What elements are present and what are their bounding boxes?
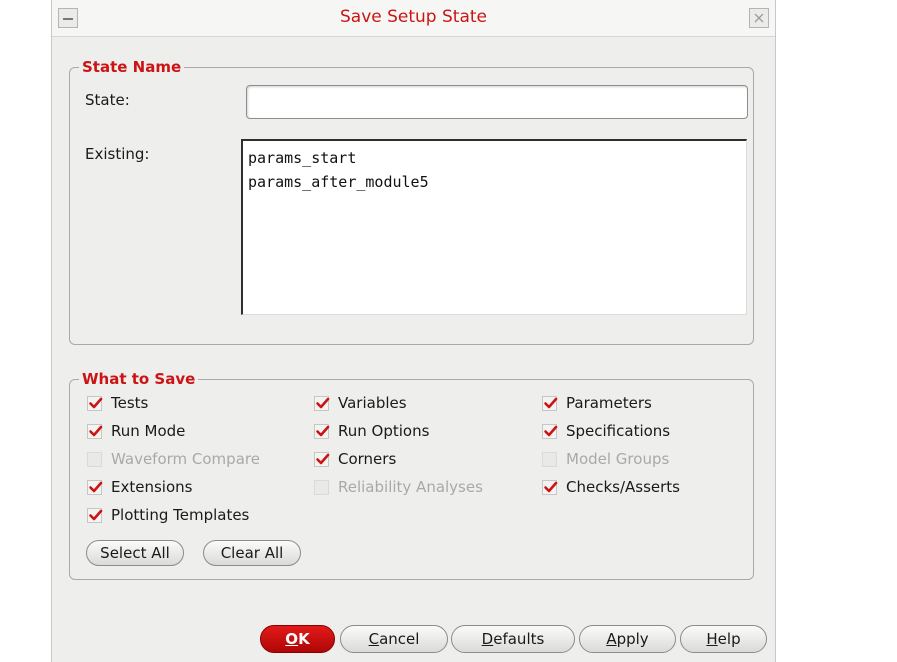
- checkbox-tests[interactable]: Tests: [87, 392, 148, 414]
- what-to-save-legend: What to Save: [82, 370, 196, 388]
- checkmark-icon[interactable]: [87, 479, 103, 495]
- checkmark-icon[interactable]: [542, 423, 558, 439]
- checkmark-icon[interactable]: [87, 507, 103, 523]
- checkbox-variables[interactable]: Variables: [314, 392, 407, 414]
- checkbox-label: Parameters: [566, 394, 652, 412]
- defaults-label-rest: efaults: [493, 630, 545, 648]
- checkbox-box: [314, 479, 329, 495]
- checkmark-icon[interactable]: [87, 423, 103, 439]
- checkbox-model-groups: Model Groups: [542, 448, 669, 470]
- state-name-legend: State Name: [82, 58, 182, 76]
- select-all-button[interactable]: Select All: [86, 540, 184, 566]
- checkbox-reliability-analyses: Reliability Analyses: [314, 476, 483, 498]
- checkbox-box: [542, 451, 557, 467]
- checkmark-icon[interactable]: [314, 423, 330, 439]
- state-input[interactable]: [246, 85, 748, 119]
- cancel-button[interactable]: Cancel: [340, 625, 448, 653]
- checkmark-icon[interactable]: [542, 479, 558, 495]
- checkbox-label: Checks/Asserts: [566, 478, 680, 496]
- existing-states-list[interactable]: params_start params_after_module5: [241, 139, 747, 315]
- help-mnemonic: H: [706, 630, 718, 648]
- help-button[interactable]: Help: [680, 625, 767, 653]
- checkbox-extensions[interactable]: Extensions: [87, 476, 192, 498]
- checkbox-label: Specifications: [566, 422, 671, 440]
- list-item[interactable]: params_after_module5: [248, 170, 741, 194]
- checkmark-icon[interactable]: [314, 451, 330, 467]
- checkbox-label: Corners: [338, 450, 397, 468]
- apply-mnemonic: A: [606, 630, 617, 648]
- ok-label-rest: K: [298, 630, 310, 648]
- checkbox-box: [87, 451, 102, 467]
- defaults-button[interactable]: Defaults: [451, 625, 575, 653]
- checkbox-label: Variables: [338, 394, 407, 412]
- checkbox-run-mode[interactable]: Run Mode: [87, 420, 185, 442]
- checkbox-plotting-templates[interactable]: Plotting Templates: [87, 504, 249, 526]
- cancel-mnemonic: C: [368, 630, 380, 648]
- checkbox-checks-asserts[interactable]: Checks/Asserts: [542, 476, 680, 498]
- checkbox-waveform-compare: Waveform Compare: [87, 448, 260, 470]
- checkmark-icon[interactable]: [542, 395, 558, 411]
- checkbox-label: Tests: [111, 394, 149, 412]
- title-bar: Save Setup State: [52, 0, 775, 37]
- help-label-rest: elp: [717, 630, 741, 648]
- ok-button[interactable]: OK: [260, 625, 335, 653]
- checkbox-label: Run Mode: [111, 422, 186, 440]
- checkbox-run-options[interactable]: Run Options: [314, 420, 429, 442]
- list-item[interactable]: params_start: [248, 146, 741, 170]
- save-setup-state-dialog: Save Setup State State Name State: Exist…: [51, 0, 776, 662]
- checkbox-specifications[interactable]: Specifications: [542, 420, 670, 442]
- checkmark-icon[interactable]: [87, 395, 103, 411]
- dialog-title: Save Setup State: [339, 7, 487, 27]
- checkbox-label: Model Groups: [566, 450, 670, 468]
- cancel-label-rest: ancel: [379, 630, 420, 648]
- apply-label-rest: pply: [616, 630, 649, 648]
- checkbox-label: Extensions: [111, 478, 193, 496]
- existing-label: Existing:: [85, 145, 150, 163]
- defaults-mnemonic: D: [481, 630, 494, 648]
- close-icon[interactable]: [749, 8, 769, 28]
- apply-button[interactable]: Apply: [579, 625, 676, 653]
- checkbox-parameters[interactable]: Parameters: [542, 392, 652, 414]
- clear-all-button[interactable]: Clear All: [203, 540, 301, 566]
- checkbox-label: Reliability Analyses: [338, 478, 483, 496]
- checkbox-label: Run Options: [338, 422, 430, 440]
- checkbox-label: Plotting Templates: [111, 506, 250, 524]
- checkmark-icon[interactable]: [314, 395, 330, 411]
- checkbox-corners[interactable]: Corners: [314, 448, 396, 470]
- state-label: State:: [85, 91, 130, 109]
- ok-mnemonic: O: [285, 630, 299, 648]
- checkbox-label: Waveform Compare: [111, 450, 260, 468]
